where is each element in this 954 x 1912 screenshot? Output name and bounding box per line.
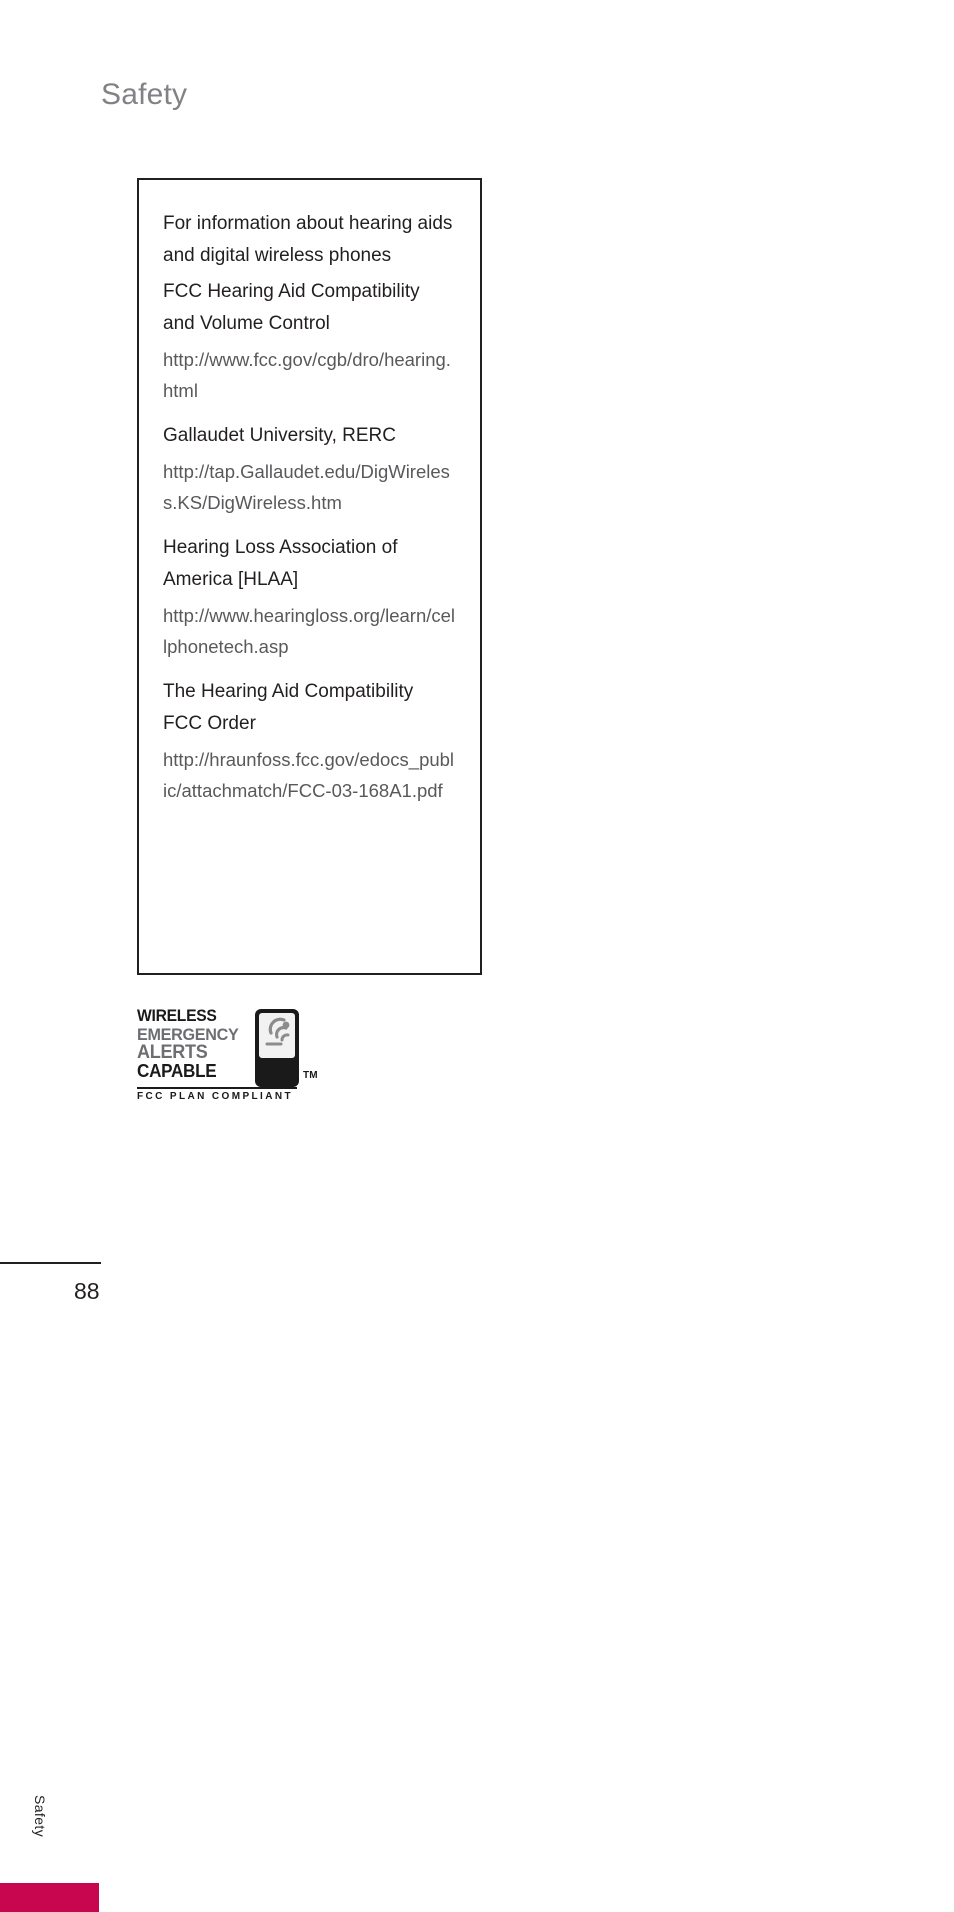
resource-block: FCC Hearing Aid Compatibility and Volume… [163, 276, 456, 406]
fcc-plan-compliant-label: FCC PLAN COMPLIANT [137, 1091, 293, 1102]
mobile-phone-icon [255, 1009, 299, 1087]
trademark-mark: TM [303, 1070, 318, 1081]
wea-line-emergency: EMERGENCY [137, 1024, 239, 1044]
hearing-aid-resources-box: For information about hearing aids and d… [137, 178, 482, 975]
chapter-tab-color-chip [0, 1883, 99, 1912]
info-box-content: For information about hearing aids and d… [139, 180, 480, 806]
chapter-side-tab: Safety [0, 890, 100, 1912]
resource-url[interactable]: http://hraunfoss.fcc.gov/edocs_public/at… [163, 744, 456, 806]
phone-screen [259, 1013, 295, 1058]
wea-line-capable: CAPABLE [137, 1061, 217, 1081]
resource-heading: Gallaudet University, RERC [163, 425, 397, 446]
resource-heading: The Hearing Aid Compatibility FCC Order [163, 681, 414, 734]
chapter-tab-label: Safety [32, 1795, 48, 1838]
resource-block: Gallaudet University, RERC http://tap.Ga… [163, 420, 456, 518]
wea-wordmark: WIRELESS EMERGENCY ALERTS CAPABLE [137, 1007, 257, 1081]
resource-url[interactable]: http://www.fcc.gov/cgb/dro/hearing.html [163, 344, 456, 406]
page-title: Safety [101, 78, 188, 111]
resource-heading: For information about hearing aids and d… [163, 213, 453, 266]
page-number: 88 [74, 1278, 100, 1304]
wea-line-alerts: ALERTS [137, 1042, 208, 1063]
wireless-emergency-alerts-logo: WIRELESS EMERGENCY ALERTS CAPABLE TM FCC… [137, 1007, 319, 1102]
resource-url[interactable]: http://tap.Gallaudet.edu/DigWireless.KS/… [163, 456, 456, 518]
wave-origin-dot [282, 1021, 290, 1029]
resource-block: Hearing Loss Association of America [HLA… [163, 532, 456, 662]
signal-waves-icon [265, 1017, 290, 1046]
logo-divider [137, 1087, 297, 1089]
resource-heading: Hearing Loss Association of America [HLA… [163, 537, 398, 590]
resource-block: The Hearing Aid Compatibility FCC Order … [163, 676, 456, 806]
wea-line-wireless: WIRELESS [137, 1007, 217, 1025]
resource-heading: FCC Hearing Aid Compatibility and Volume… [163, 281, 420, 334]
resource-url[interactable]: http://www.hearingloss.org/learn/cellpho… [163, 600, 456, 662]
resource-block: For information about hearing aids and d… [163, 208, 456, 272]
footer-divider [0, 1262, 101, 1264]
